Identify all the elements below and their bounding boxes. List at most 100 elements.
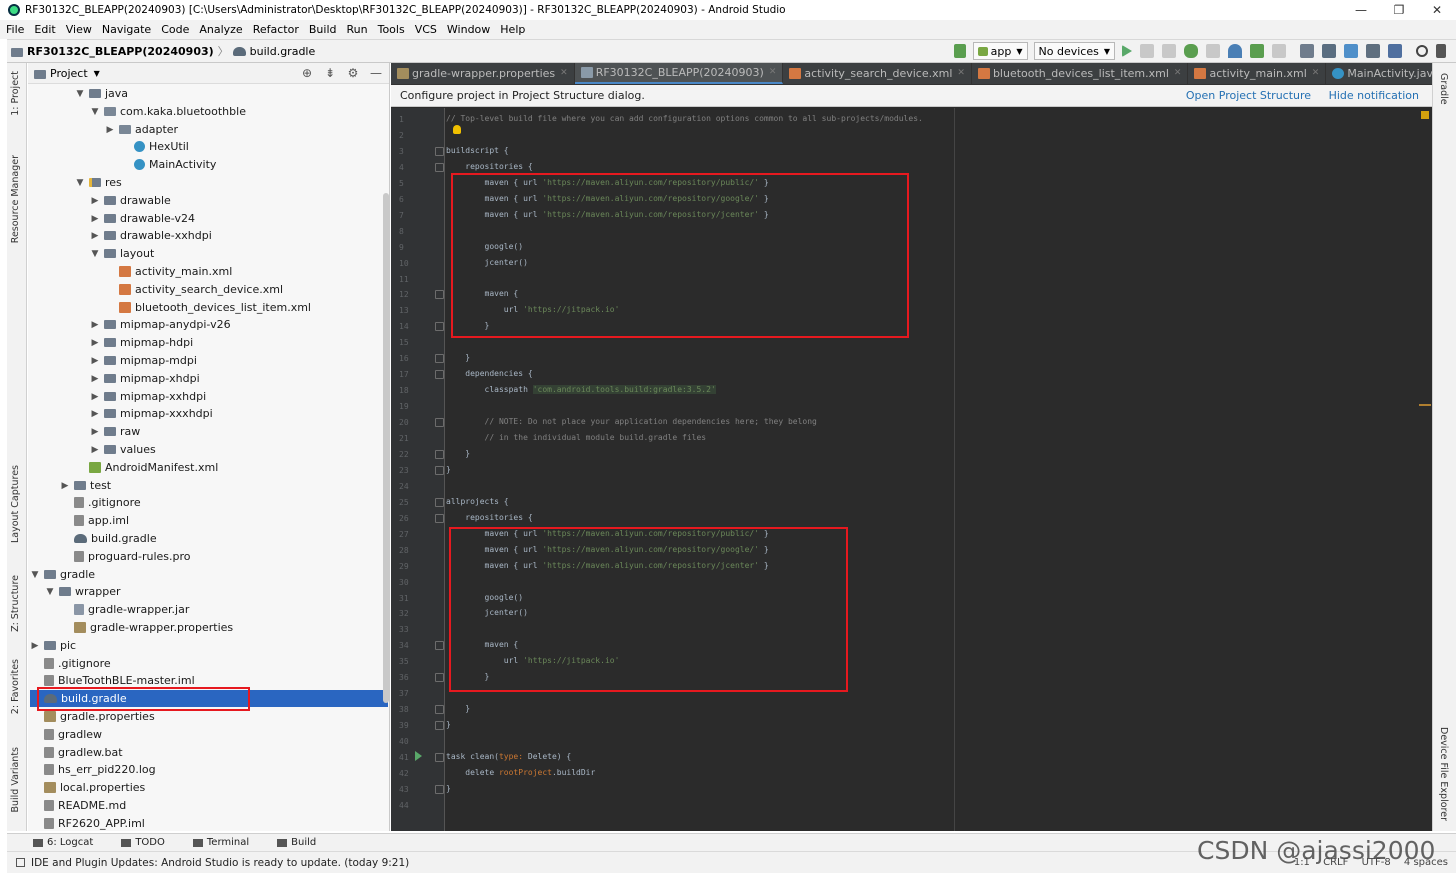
tree-item[interactable]: local.properties bbox=[30, 779, 145, 796]
fold-marker-icon[interactable] bbox=[435, 466, 444, 475]
chevron-right-icon[interactable]: ▶ bbox=[90, 392, 100, 402]
editor-tab[interactable]: gradle-wrapper.properties ✕ bbox=[391, 63, 575, 84]
tree-item[interactable]: activity_main.xml bbox=[105, 263, 232, 280]
chevron-right-icon[interactable]: ▶ bbox=[90, 374, 100, 384]
tree-item[interactable]: ▶ drawable-v24 bbox=[90, 210, 195, 227]
tree-item[interactable]: ▶ values bbox=[90, 441, 156, 458]
toggle-tool-windows-icon[interactable] bbox=[16, 858, 25, 867]
tree-item[interactable]: ▼ gradle bbox=[30, 566, 96, 583]
fold-marker-icon[interactable] bbox=[435, 322, 444, 331]
project-view-select[interactable]: Project bbox=[50, 67, 88, 80]
fold-marker-icon[interactable] bbox=[435, 705, 444, 714]
tool-tab-logcat[interactable]: 6: Logcat bbox=[33, 837, 107, 848]
tool-tab-layout-captures[interactable]: Layout Captures bbox=[10, 465, 21, 543]
make-project-icon[interactable] bbox=[953, 44, 966, 58]
fold-marker-icon[interactable] bbox=[435, 418, 444, 427]
close-tab-icon[interactable]: ✕ bbox=[1174, 68, 1182, 78]
chevron-right-icon[interactable]: ▶ bbox=[105, 125, 115, 135]
tool-tab-terminal[interactable]: Terminal bbox=[192, 837, 263, 848]
tool-tab-device-file-explorer[interactable]: Device File Explorer bbox=[1438, 727, 1449, 821]
tree-item[interactable]: ▼ java bbox=[75, 85, 129, 102]
tree-item[interactable]: HexUtil bbox=[120, 138, 189, 155]
tree-item[interactable]: AndroidManifest.xml bbox=[75, 459, 218, 476]
tree-item[interactable]: ▶ adapter bbox=[105, 121, 179, 138]
sdk-manager-icon[interactable] bbox=[1366, 44, 1380, 58]
tree-item[interactable]: ▶ mipmap-xhdpi bbox=[90, 370, 200, 387]
stop-icon[interactable] bbox=[1272, 44, 1286, 58]
tree-item[interactable]: ▼ com.kaka.bluetoothble bbox=[90, 103, 246, 120]
tree-item[interactable]: proguard-rules.pro bbox=[60, 548, 191, 565]
close-tab-icon[interactable]: ✕ bbox=[560, 68, 568, 78]
breadcrumb-file[interactable]: build.gradle bbox=[250, 45, 316, 58]
tree-item[interactable]: ▼ wrapper bbox=[45, 583, 121, 600]
menu-help[interactable]: Help bbox=[500, 23, 525, 36]
chevron-down-icon[interactable]: ▼ bbox=[45, 587, 55, 597]
fold-marker-icon[interactable] bbox=[435, 641, 444, 650]
breadcrumb-project[interactable]: RF30132C_BLEAPP(20240903) bbox=[27, 45, 214, 58]
tree-item[interactable]: gradlew.bat bbox=[30, 744, 123, 761]
fold-marker-icon[interactable] bbox=[435, 163, 444, 172]
chevron-right-icon[interactable]: ▶ bbox=[90, 445, 100, 455]
close-tab-icon[interactable]: ✕ bbox=[1312, 68, 1320, 78]
tree-item[interactable]: ▶ mipmap-xxxhdpi bbox=[90, 405, 213, 422]
apply-code-changes-icon[interactable] bbox=[1162, 44, 1176, 58]
tool-tab-resource-manager[interactable]: Resource Manager bbox=[10, 155, 21, 243]
chevron-down-icon[interactable]: ▼ bbox=[90, 249, 100, 259]
fold-marker-icon[interactable] bbox=[435, 354, 444, 363]
tree-item[interactable]: ▶ drawable-xxhdpi bbox=[90, 227, 212, 244]
tree-item[interactable]: gradle-wrapper.jar bbox=[60, 601, 189, 618]
tree-item[interactable]: .gitignore bbox=[60, 494, 141, 511]
tree-item[interactable]: ▼ layout bbox=[90, 245, 155, 262]
chevron-right-icon[interactable]: ▶ bbox=[90, 356, 100, 366]
hide-panel-icon[interactable]: — bbox=[369, 66, 383, 80]
chevron-right-icon[interactable]: ▶ bbox=[90, 196, 100, 206]
open-project-structure-link[interactable]: Open Project Structure bbox=[1186, 89, 1311, 102]
menu-file[interactable]: File bbox=[6, 23, 24, 36]
tool-tab-build[interactable]: Build bbox=[277, 837, 330, 848]
chevron-down-icon[interactable]: ▼ bbox=[30, 570, 40, 580]
tree-item[interactable]: README.md bbox=[30, 797, 126, 814]
search-icon[interactable] bbox=[1416, 45, 1428, 57]
tree-item[interactable]: RF2620_APP.iml bbox=[30, 815, 145, 831]
menu-tools[interactable]: Tools bbox=[378, 23, 405, 36]
chevron-down-icon[interactable]: ▼ bbox=[94, 69, 100, 78]
gear-icon[interactable]: ⚙ bbox=[346, 66, 360, 80]
run-icon[interactable] bbox=[1122, 45, 1132, 57]
tree-item[interactable]: ▶ mipmap-hdpi bbox=[90, 334, 194, 351]
chevron-right-icon[interactable]: ▶ bbox=[90, 320, 100, 330]
editor-tab[interactable]: RF30132C_BLEAPP(20240903) ✕ bbox=[574, 63, 784, 84]
tree-item[interactable]: build.gradle bbox=[60, 530, 157, 547]
maximize-button[interactable]: ❐ bbox=[1380, 0, 1418, 20]
minimize-button[interactable]: — bbox=[1342, 0, 1380, 20]
menu-navigate[interactable]: Navigate bbox=[102, 23, 151, 36]
run-configuration-select[interactable]: app ▼ bbox=[972, 42, 1028, 60]
tree-item[interactable]: ▶ pic bbox=[30, 637, 77, 654]
editor-tab[interactable]: activity_search_device.xml ✕ bbox=[783, 63, 972, 84]
tree-item[interactable]: .gitignore bbox=[30, 655, 111, 672]
account-icon[interactable] bbox=[1436, 44, 1446, 58]
sync-gradle-icon[interactable] bbox=[1322, 44, 1336, 58]
chevron-right-icon[interactable]: ▶ bbox=[60, 481, 70, 491]
hide-notification-link[interactable]: Hide notification bbox=[1329, 89, 1419, 102]
chevron-right-icon[interactable]: ▶ bbox=[90, 338, 100, 348]
tool-tab-build-variants[interactable]: Build Variants bbox=[10, 747, 21, 813]
chevron-right-icon[interactable]: ▶ bbox=[90, 214, 100, 224]
tool-tab-project[interactable]: 1: Project bbox=[10, 71, 21, 116]
menu-build[interactable]: Build bbox=[309, 23, 337, 36]
menu-analyze[interactable]: Analyze bbox=[199, 23, 242, 36]
tree-item[interactable]: hs_err_pid220.log bbox=[30, 761, 156, 778]
chevron-right-icon[interactable]: ▶ bbox=[90, 427, 100, 437]
fold-marker-icon[interactable] bbox=[435, 290, 444, 299]
warning-marker-icon[interactable] bbox=[1421, 111, 1429, 119]
editor-tab[interactable]: MainActivity.java✕ bbox=[1326, 63, 1432, 84]
fold-marker-icon[interactable] bbox=[435, 498, 444, 507]
profile-icon[interactable] bbox=[1228, 44, 1242, 58]
editor-scrollbar[interactable] bbox=[1419, 108, 1432, 831]
close-button[interactable]: ✕ bbox=[1418, 0, 1456, 20]
run-task-icon[interactable] bbox=[415, 751, 422, 761]
coverage-icon[interactable] bbox=[1206, 44, 1220, 58]
tree-item[interactable]: ▶ raw bbox=[90, 423, 141, 440]
tree-item[interactable]: ▶ drawable bbox=[90, 192, 171, 209]
menu-run[interactable]: Run bbox=[347, 23, 368, 36]
menu-view[interactable]: View bbox=[66, 23, 92, 36]
